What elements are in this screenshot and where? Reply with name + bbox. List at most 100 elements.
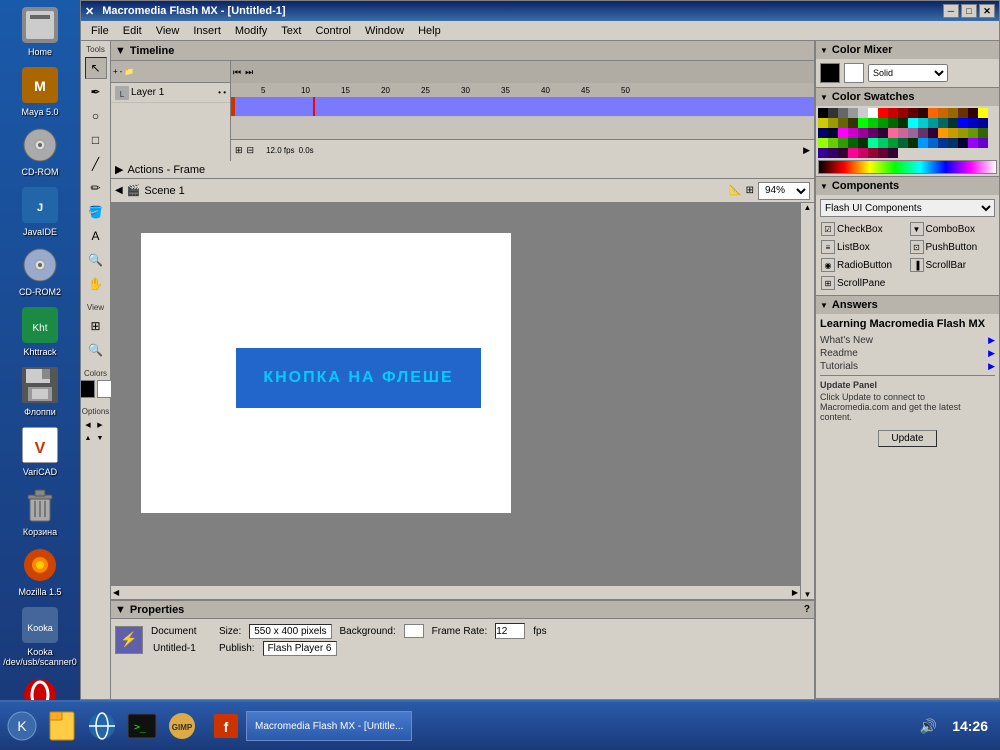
- add-layer-btn[interactable]: +: [113, 67, 118, 76]
- color-mixer-header[interactable]: ▼ Color Mixer: [816, 41, 999, 59]
- cm-type[interactable]: Solid: [868, 64, 948, 82]
- desktop-icon-varicad[interactable]: V VariCAD: [5, 425, 75, 477]
- color-swatch[interactable]: [848, 148, 858, 158]
- color-swatch[interactable]: [878, 128, 888, 138]
- taskbar-icon-files[interactable]: [44, 708, 80, 744]
- maximize-button[interactable]: □: [961, 4, 977, 18]
- color-swatch[interactable]: [958, 118, 968, 128]
- menu-modify[interactable]: Modify: [229, 23, 273, 39]
- color-swatch[interactable]: [868, 138, 878, 148]
- taskbar-icon-terminal[interactable]: >_: [124, 708, 160, 744]
- color-swatch[interactable]: [938, 118, 948, 128]
- layer-folder-btn[interactable]: 📁: [124, 67, 134, 76]
- desktop-icon-cdrom[interactable]: CD-ROM: [5, 125, 75, 177]
- stroke-color[interactable]: [81, 380, 95, 398]
- color-swatch[interactable]: [978, 108, 988, 118]
- component-scrollbar[interactable]: ▐ ScrollBar: [909, 257, 996, 273]
- color-swatch[interactable]: [908, 128, 918, 138]
- component-combobox[interactable]: ▼ ComboBox: [909, 221, 996, 237]
- desktop-icon-mozilla[interactable]: Mozilla 1.5: [5, 545, 75, 597]
- color-swatch[interactable]: [948, 118, 958, 128]
- components-select[interactable]: Flash UI Components: [820, 199, 995, 217]
- desktop-icon-floppy[interactable]: Флоппи: [5, 365, 75, 417]
- color-swatch[interactable]: [928, 118, 938, 128]
- answers-link-whatsnew[interactable]: What's New ▶: [820, 334, 995, 347]
- color-swatch[interactable]: [858, 118, 868, 128]
- tool-view1[interactable]: ⊞: [85, 315, 107, 337]
- color-swatch[interactable]: [828, 128, 838, 138]
- taskbar-icon-browser[interactable]: [84, 708, 120, 744]
- minimize-button[interactable]: ─: [943, 4, 959, 18]
- color-swatch[interactable]: [948, 108, 958, 118]
- color-swatch[interactable]: [838, 128, 848, 138]
- color-swatch[interactable]: [918, 108, 928, 118]
- snap-btn[interactable]: 📐: [729, 185, 741, 196]
- taskbar-app-flash[interactable]: Macromedia Flash MX - [Untitle...: [246, 711, 412, 741]
- color-swatch[interactable]: [928, 138, 938, 148]
- color-swatch[interactable]: [908, 108, 918, 118]
- color-swatch[interactable]: [898, 128, 908, 138]
- color-swatch[interactable]: [858, 108, 868, 118]
- option-btn4[interactable]: ▼: [95, 433, 106, 444]
- properties-help[interactable]: ?: [804, 604, 810, 615]
- tool-hand[interactable]: ✋: [85, 273, 107, 295]
- color-swatch[interactable]: [838, 118, 848, 128]
- color-swatch[interactable]: [818, 138, 828, 148]
- tool-view2[interactable]: 🔍: [85, 339, 107, 361]
- color-swatch[interactable]: [878, 148, 888, 158]
- color-swatch[interactable]: [888, 108, 898, 118]
- desktop-icon-trash[interactable]: Корзина: [5, 485, 75, 537]
- tool-arrow[interactable]: ↖: [85, 57, 107, 79]
- color-swatch[interactable]: [818, 108, 828, 118]
- desktop-icon-maya[interactable]: M Maya 5.0: [5, 65, 75, 117]
- color-swatch[interactable]: [828, 148, 838, 158]
- tool-rect[interactable]: □: [85, 129, 107, 151]
- option-btn3[interactable]: ▲: [83, 433, 94, 444]
- color-swatch[interactable]: [838, 148, 848, 158]
- color-swatch[interactable]: [978, 118, 988, 128]
- menu-help[interactable]: Help: [412, 23, 447, 39]
- color-swatch[interactable]: [828, 108, 838, 118]
- tool-text[interactable]: A: [85, 225, 107, 247]
- back-btn[interactable]: ◀: [115, 185, 123, 196]
- component-radiobutton[interactable]: ◉ RadioButton: [820, 257, 907, 273]
- menu-file[interactable]: File: [85, 23, 115, 39]
- color-swatch[interactable]: [848, 138, 858, 148]
- properties-arrow[interactable]: ▼: [115, 604, 126, 616]
- component-listbox[interactable]: ≡ ListBox: [820, 239, 907, 255]
- taskbar-icon-menu[interactable]: K: [4, 708, 40, 744]
- horizontal-scrollbar[interactable]: ◀ ▶: [111, 585, 800, 599]
- frame-del-btn[interactable]: ⊟: [247, 145, 255, 156]
- color-swatch[interactable]: [858, 148, 868, 158]
- vertical-scrollbar[interactable]: ▲ ▼: [800, 203, 814, 599]
- playback-btn[interactable]: ▶: [803, 145, 810, 156]
- color-swatch[interactable]: [868, 108, 878, 118]
- color-swatch[interactable]: [828, 138, 838, 148]
- desktop-icon-opera[interactable]: Opera 7.5: [5, 675, 75, 700]
- color-swatch[interactable]: [848, 128, 858, 138]
- color-swatch[interactable]: [818, 128, 828, 138]
- menu-control[interactable]: Control: [309, 23, 356, 39]
- menu-window[interactable]: Window: [359, 23, 410, 39]
- color-swatches-header[interactable]: ▼ Color Swatches: [816, 88, 999, 106]
- desktop-icon-kooka[interactable]: Kooka Kooka /dev/usb/scanner0: [5, 605, 75, 667]
- color-swatch[interactable]: [958, 128, 968, 138]
- color-swatch[interactable]: [878, 138, 888, 148]
- frame-icon1[interactable]: ⏮: [233, 67, 241, 78]
- color-swatch[interactable]: [938, 108, 948, 118]
- color-swatch[interactable]: [968, 128, 978, 138]
- color-swatch[interactable]: [848, 118, 858, 128]
- color-swatch[interactable]: [918, 128, 928, 138]
- color-swatch[interactable]: [888, 118, 898, 128]
- frame-icon2[interactable]: ⏭: [245, 67, 253, 78]
- close-button[interactable]: ✕: [979, 4, 995, 18]
- color-swatch[interactable]: [898, 108, 908, 118]
- taskbar-icon-gimp[interactable]: GIMP: [164, 708, 200, 744]
- menu-view[interactable]: View: [150, 23, 186, 39]
- component-pushbutton[interactable]: ⊡ PushButton: [909, 239, 996, 255]
- color-swatch[interactable]: [948, 138, 958, 148]
- timeline-layer-1[interactable]: L Layer 1 • •: [111, 83, 230, 103]
- color-swatch[interactable]: [878, 118, 888, 128]
- tray-volume[interactable]: 🔊: [916, 714, 940, 738]
- timeline-frame-row[interactable]: [231, 97, 814, 117]
